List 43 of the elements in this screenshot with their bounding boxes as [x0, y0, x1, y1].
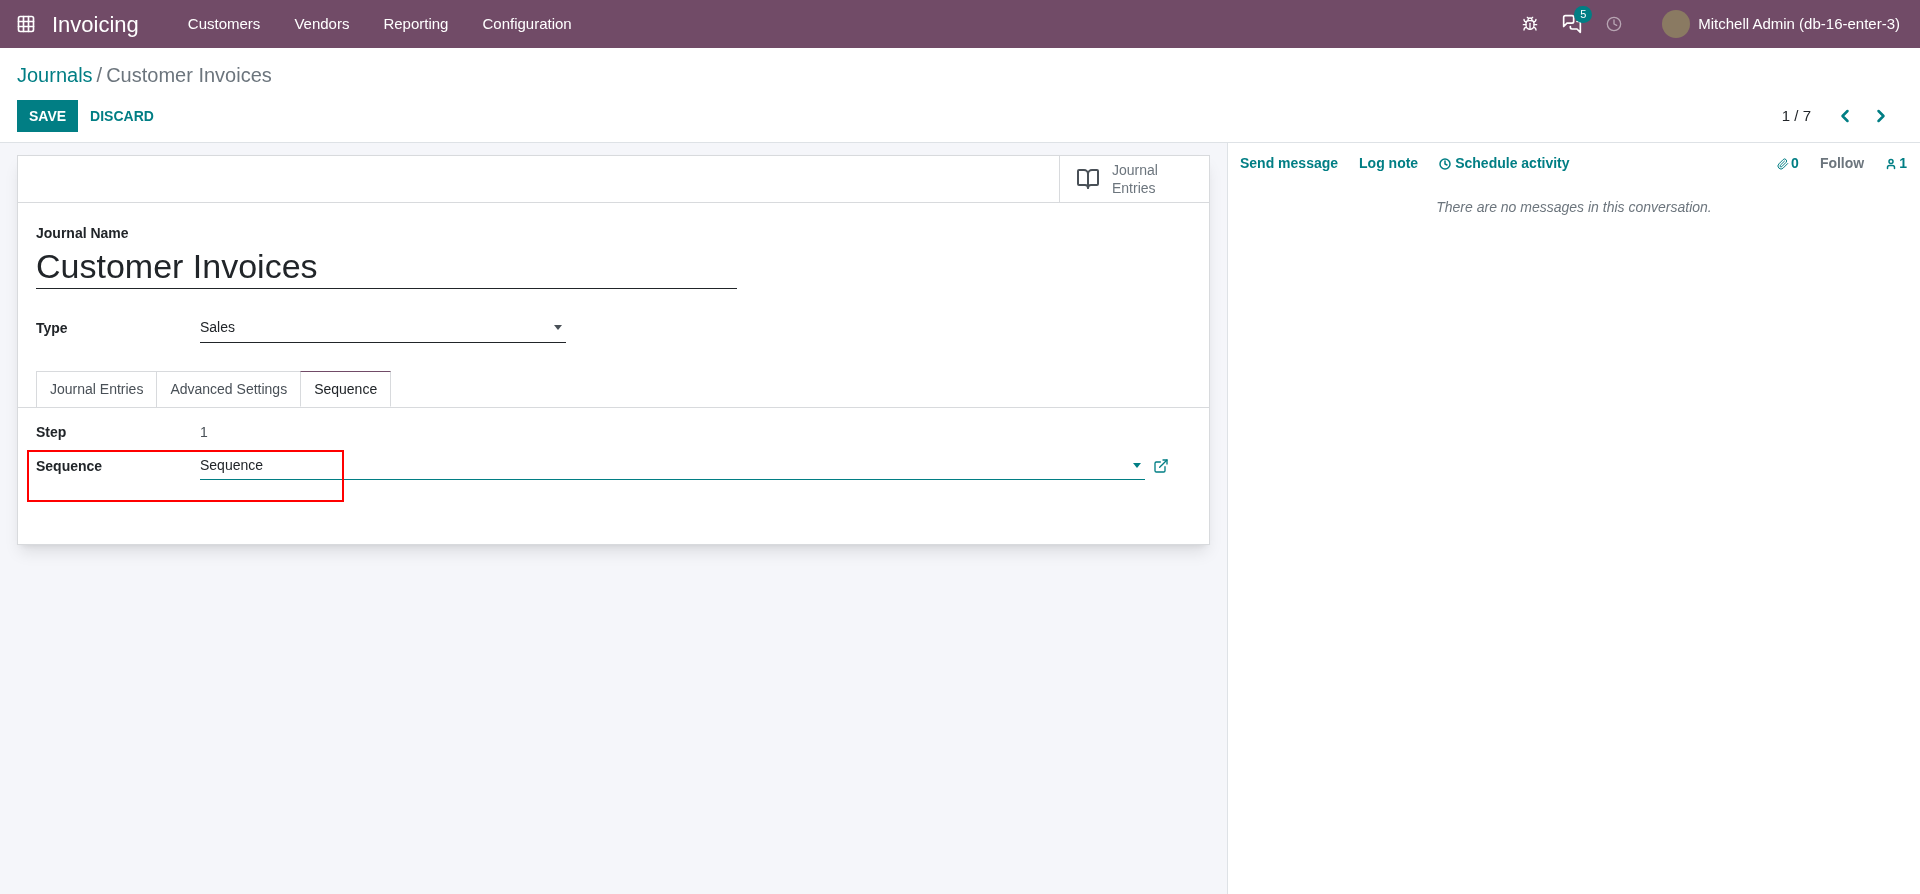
save-button[interactable]: SAVE — [17, 100, 79, 132]
user-icon — [1885, 157, 1898, 170]
breadcrumb-separator: / — [96, 63, 103, 88]
paperclip-icon — [1777, 157, 1790, 170]
attachments-button[interactable]: 0 — [1777, 153, 1799, 174]
followers-button[interactable]: 1 — [1885, 153, 1907, 174]
breadcrumb-link[interactable]: Journals — [17, 60, 93, 90]
avatar-placeholder — [1662, 10, 1691, 38]
user-name[interactable]: Mitchell Admin (db-16-enter-3) — [1698, 12, 1900, 36]
journal-entries-smart-button[interactable]: Journal Entries — [1059, 156, 1209, 202]
clock-icon — [1439, 157, 1452, 170]
notebook-tab[interactable]: Sequence — [300, 371, 392, 407]
menu-item[interactable]: Reporting — [366, 12, 466, 36]
field-label: Sequence — [36, 456, 104, 476]
sequence-select[interactable]: Sequence — [200, 452, 1145, 480]
notebook-tab[interactable]: Journal Entries — [36, 371, 157, 407]
field-label: Journal Name — [36, 224, 130, 243]
notification-counter: 5 — [1574, 6, 1593, 23]
debug-bug-icon[interactable] — [1522, 16, 1539, 32]
follow-button[interactable]: Follow — [1819, 153, 1865, 174]
field-label: Type — [36, 318, 69, 338]
breadcrumb-current: Customer Invoices — [106, 63, 272, 88]
menu-item[interactable]: Customers — [170, 12, 278, 36]
journal-name-field[interactable]: Customer Invoices — [36, 244, 737, 289]
log-note-button[interactable]: Log note — [1359, 153, 1419, 174]
step-value: 1 — [200, 422, 208, 442]
schedule-activity-button[interactable]: Schedule activity — [1439, 153, 1570, 174]
field-label: Step — [36, 422, 68, 442]
messages-icon[interactable] — [1562, 14, 1583, 34]
pager-value: 1 / 7 — [1781, 105, 1811, 126]
menu-item[interactable]: Configuration — [465, 12, 589, 36]
type-select[interactable]: Sales — [200, 313, 566, 343]
external-link-icon[interactable] — [1153, 458, 1169, 474]
menu-item[interactable]: Vendors — [277, 12, 367, 36]
dropdown-caret-icon — [1133, 463, 1141, 468]
apps-menu-icon[interactable] — [16, 14, 36, 34]
empty-chatter-message: There are no messages in this conversation. — [1435, 198, 1713, 217]
activity-clock-icon[interactable] — [1606, 16, 1623, 32]
send-message-button[interactable]: Send message — [1240, 153, 1339, 174]
app-name[interactable]: Invoicing — [52, 7, 139, 41]
discard-button[interactable]: DISCARD — [78, 100, 166, 132]
book-icon — [1076, 167, 1100, 191]
dropdown-caret-icon — [554, 325, 562, 330]
